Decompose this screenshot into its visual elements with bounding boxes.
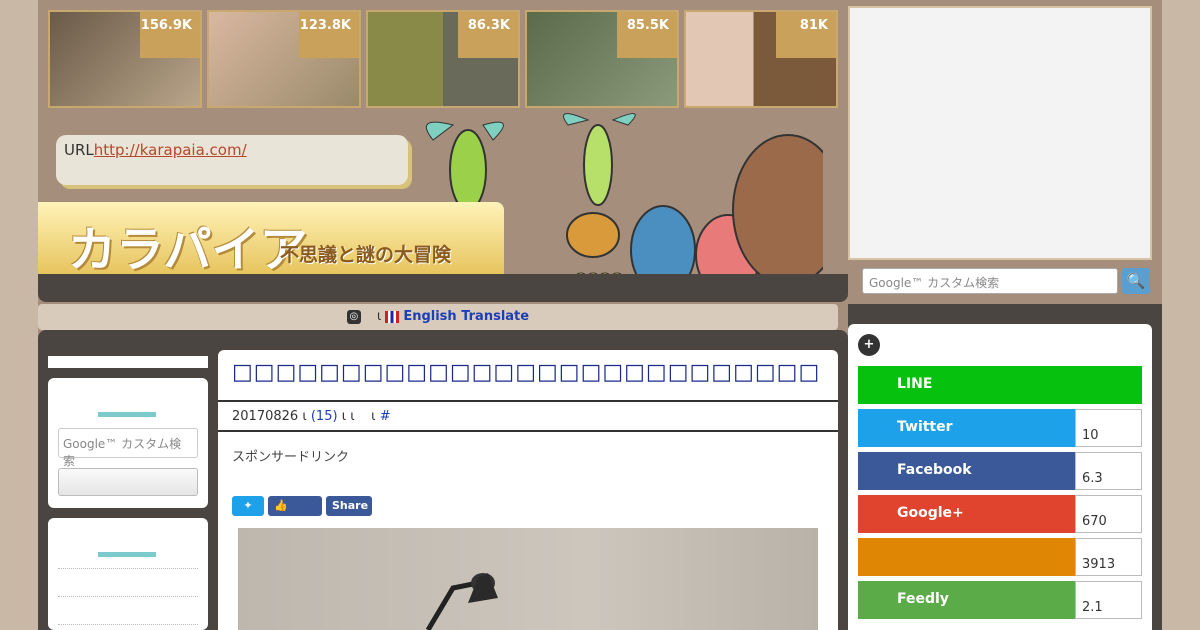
desk-lamp-image bbox=[425, 573, 498, 630]
social-row-facebook[interactable]: Facebook 6.3 bbox=[858, 452, 1142, 490]
feedly-count: 2.1 bbox=[1075, 581, 1142, 619]
article-meta: 20170826 ι (15) ι ι ι # bbox=[218, 400, 838, 432]
thumbs-up-icon: 👍 bbox=[274, 499, 288, 512]
ad-slot[interactable] bbox=[848, 6, 1152, 260]
tweet-button[interactable]: ✦ bbox=[232, 496, 264, 516]
separator: ι bbox=[371, 409, 376, 424]
list-divider bbox=[58, 596, 198, 597]
social-row-hatena[interactable]: 3913 bbox=[858, 538, 1142, 576]
thumbnail-1[interactable]: 156.9K bbox=[48, 10, 202, 108]
view-count: 85.5K bbox=[617, 12, 677, 58]
googleplus-count: 670 bbox=[1075, 495, 1142, 533]
left-list-widget bbox=[48, 518, 208, 630]
site-url-link[interactable]: http://karapaia.com/ bbox=[94, 141, 247, 159]
line-button[interactable]: LINE bbox=[858, 366, 1142, 404]
site-logo: カラパイア bbox=[68, 222, 308, 278]
logo-band[interactable]: カラパイア 不思議と謎の大冒険 bbox=[38, 202, 504, 278]
separator: ι bbox=[302, 409, 307, 424]
separator: ι bbox=[376, 309, 382, 324]
bookmark-button[interactable] bbox=[858, 538, 1075, 576]
facebook-share-button[interactable]: Share bbox=[326, 496, 372, 516]
twitter-button[interactable]: Twitter bbox=[858, 409, 1075, 447]
thumbnail-5[interactable]: 81K bbox=[684, 10, 838, 108]
google-search-input[interactable]: Google™ カスタム検索 bbox=[862, 268, 1118, 294]
thumbnail-3[interactable]: 86.3K bbox=[366, 10, 520, 108]
globe-icon[interactable]: ◎ bbox=[346, 309, 361, 324]
plus-icon[interactable]: + bbox=[858, 334, 880, 356]
social-row-feedly[interactable]: Feedly 2.1 bbox=[858, 581, 1142, 619]
article: □□□□□□□□□□□□□□□□□□□□□□□□□□□ 20170826 ι (… bbox=[218, 350, 838, 630]
separator: ι ι bbox=[341, 409, 355, 424]
article-date: 20170826 bbox=[232, 409, 299, 424]
facebook-like-button[interactable]: 👍 Like bbox=[268, 496, 322, 532]
url-label: URL bbox=[64, 141, 94, 159]
view-count: 156.9K bbox=[140, 12, 200, 58]
thumbnail-2[interactable]: 123.8K bbox=[207, 10, 361, 108]
search-icon: 🔍 bbox=[1126, 272, 1146, 290]
left-column-top bbox=[48, 356, 208, 368]
comment-count-link[interactable]: (15) bbox=[311, 409, 338, 424]
left-search-button[interactable] bbox=[58, 468, 198, 496]
list-divider bbox=[58, 568, 198, 569]
uk-flag-icon bbox=[385, 310, 400, 323]
left-search-input[interactable]: Google™ カスタム検索 bbox=[58, 428, 198, 468]
widget-heading-bar bbox=[98, 412, 156, 417]
twitter-count: 10 bbox=[1075, 409, 1142, 447]
search-button[interactable]: 🔍 bbox=[1122, 268, 1150, 294]
widget-heading-bar bbox=[98, 552, 156, 557]
url-box: URLhttp://karapaia.com/ bbox=[56, 135, 408, 185]
feedly-button[interactable]: Feedly bbox=[858, 581, 1075, 619]
hash-link[interactable]: # bbox=[380, 409, 391, 424]
bookmark-count: 3913 bbox=[1075, 538, 1142, 576]
site-tagline: 不思議と謎の大冒険 bbox=[280, 244, 452, 266]
twitter-icon: ✦ bbox=[243, 499, 253, 512]
page-wrapper: 156.9K 123.8K 86.3K 85.5K 81K URLhttp://… bbox=[38, 0, 1162, 630]
translate-bar: ◎ ι English Translate bbox=[38, 304, 838, 330]
sponsored-link-label: スポンサードリンク bbox=[232, 450, 350, 465]
header-divider bbox=[38, 274, 848, 302]
popular-thumbnails: 156.9K 123.8K 86.3K 85.5K 81K bbox=[48, 10, 840, 108]
view-count: 86.3K bbox=[458, 12, 518, 58]
social-row-line[interactable]: LINE bbox=[858, 366, 1142, 404]
view-count: 123.8K bbox=[299, 12, 359, 58]
article-title[interactable]: □□□□□□□□□□□□□□□□□□□□□□□□□□□ bbox=[232, 360, 820, 385]
article-image bbox=[238, 528, 818, 630]
social-row-twitter[interactable]: Twitter 10 bbox=[858, 409, 1142, 447]
facebook-count: 6.3 bbox=[1075, 452, 1142, 490]
list-divider bbox=[58, 624, 198, 625]
view-count: 81K bbox=[776, 12, 836, 58]
left-search-widget: Google™ カスタム検索 bbox=[48, 378, 208, 508]
english-translate-link[interactable]: English Translate bbox=[403, 309, 529, 324]
thumbnail-4[interactable]: 85.5K bbox=[525, 10, 679, 108]
social-row-googleplus[interactable]: Google+ 670 bbox=[858, 495, 1142, 533]
googleplus-button[interactable]: Google+ bbox=[858, 495, 1075, 533]
social-panel: + LINE Twitter 10 Facebook 6.3 Google+ 6… bbox=[848, 324, 1152, 630]
facebook-button[interactable]: Facebook bbox=[858, 452, 1075, 490]
